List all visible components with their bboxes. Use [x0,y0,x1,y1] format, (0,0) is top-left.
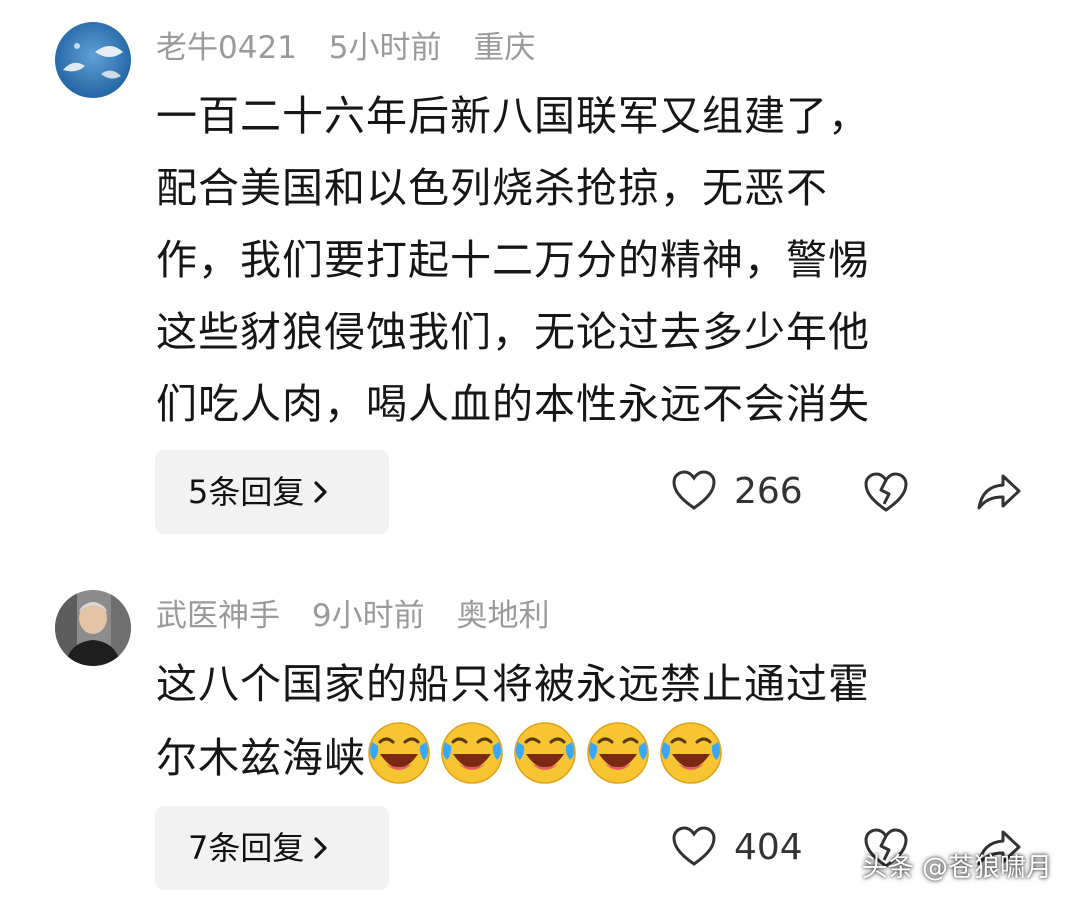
comment-line: 这八个国家的船只将被永远禁止通过霍 [156,660,870,708]
comment-line: 配合美国和以色列烧杀抢掠，无恶不 [156,164,828,212]
dislike-button[interactable] [864,472,908,514]
comment-item: 老牛0421 5小时前 重庆 一百二十六年后新八国联军又组建了， 配合美国和以色… [0,0,1080,560]
laughing-crying-emoji-icon [441,722,503,784]
comment-meta: 武医神手 9小时前 奥地利 [156,596,571,636]
laughing-crying-emoji-icon [368,722,430,784]
comment-line: 一百二十六年后新八国联军又组建了， [156,92,870,140]
comment-location: 重庆 [473,30,536,66]
comment-line: 们吃人肉，喝人血的本性永远不会消失 [156,380,870,428]
comment-time: 5小时前 [328,30,442,66]
laughing-crying-emoji-icon [587,722,649,784]
laughing-crying-emoji-icon [514,722,576,784]
like-count: 266 [734,470,803,512]
chevron-right-icon [312,835,330,861]
broken-heart-icon [864,472,908,512]
chevron-right-icon [312,479,330,505]
share-button[interactable] [976,472,1022,512]
comment-line: 作，我们要打起十二万分的精神，警惕 [156,236,870,284]
emoji-row [366,722,731,784]
comment-meta: 老牛0421 5小时前 重庆 [156,28,557,68]
comment-time: 9小时前 [311,598,425,634]
comment-location: 奥地利 [456,598,550,634]
comment-text: 一百二十六年后新八国联军又组建了， 配合美国和以色列烧杀抢掠，无恶不 作，我们要… [156,80,1006,440]
author-name[interactable]: 武医神手 [156,598,280,634]
share-arrow-icon [977,474,1021,510]
like-count: 404 [734,826,803,868]
heart-icon [672,470,716,510]
author-name[interactable]: 老牛0421 [156,30,297,66]
man-avatar-icon [55,590,131,666]
avatar[interactable] [55,590,131,666]
like-button[interactable]: 266 [672,470,803,512]
comment-line-text: 尔木兹海峡 [156,734,366,782]
comment-line: 这些豺狼侵蚀我们，无论过去多少年他 [156,308,870,356]
reply-count-label: 7条回复 [188,829,305,867]
comment-text: 这八个国家的船只将被永远禁止通过霍 尔木兹海峡 [156,648,1006,794]
like-button[interactable]: 404 [672,826,803,868]
laughing-crying-emoji-icon [660,722,722,784]
view-replies-button[interactable]: 5条回复 [155,450,389,534]
watermark: 头条 @苍狼啸月 [861,853,1052,883]
view-replies-button[interactable]: 7条回复 [155,806,389,890]
heart-icon [672,826,716,866]
comment-line: 尔木兹海峡 [156,720,1006,794]
reply-count-label: 5条回复 [188,473,305,511]
avatar[interactable] [55,22,131,98]
fish-avatar-icon [55,22,131,98]
